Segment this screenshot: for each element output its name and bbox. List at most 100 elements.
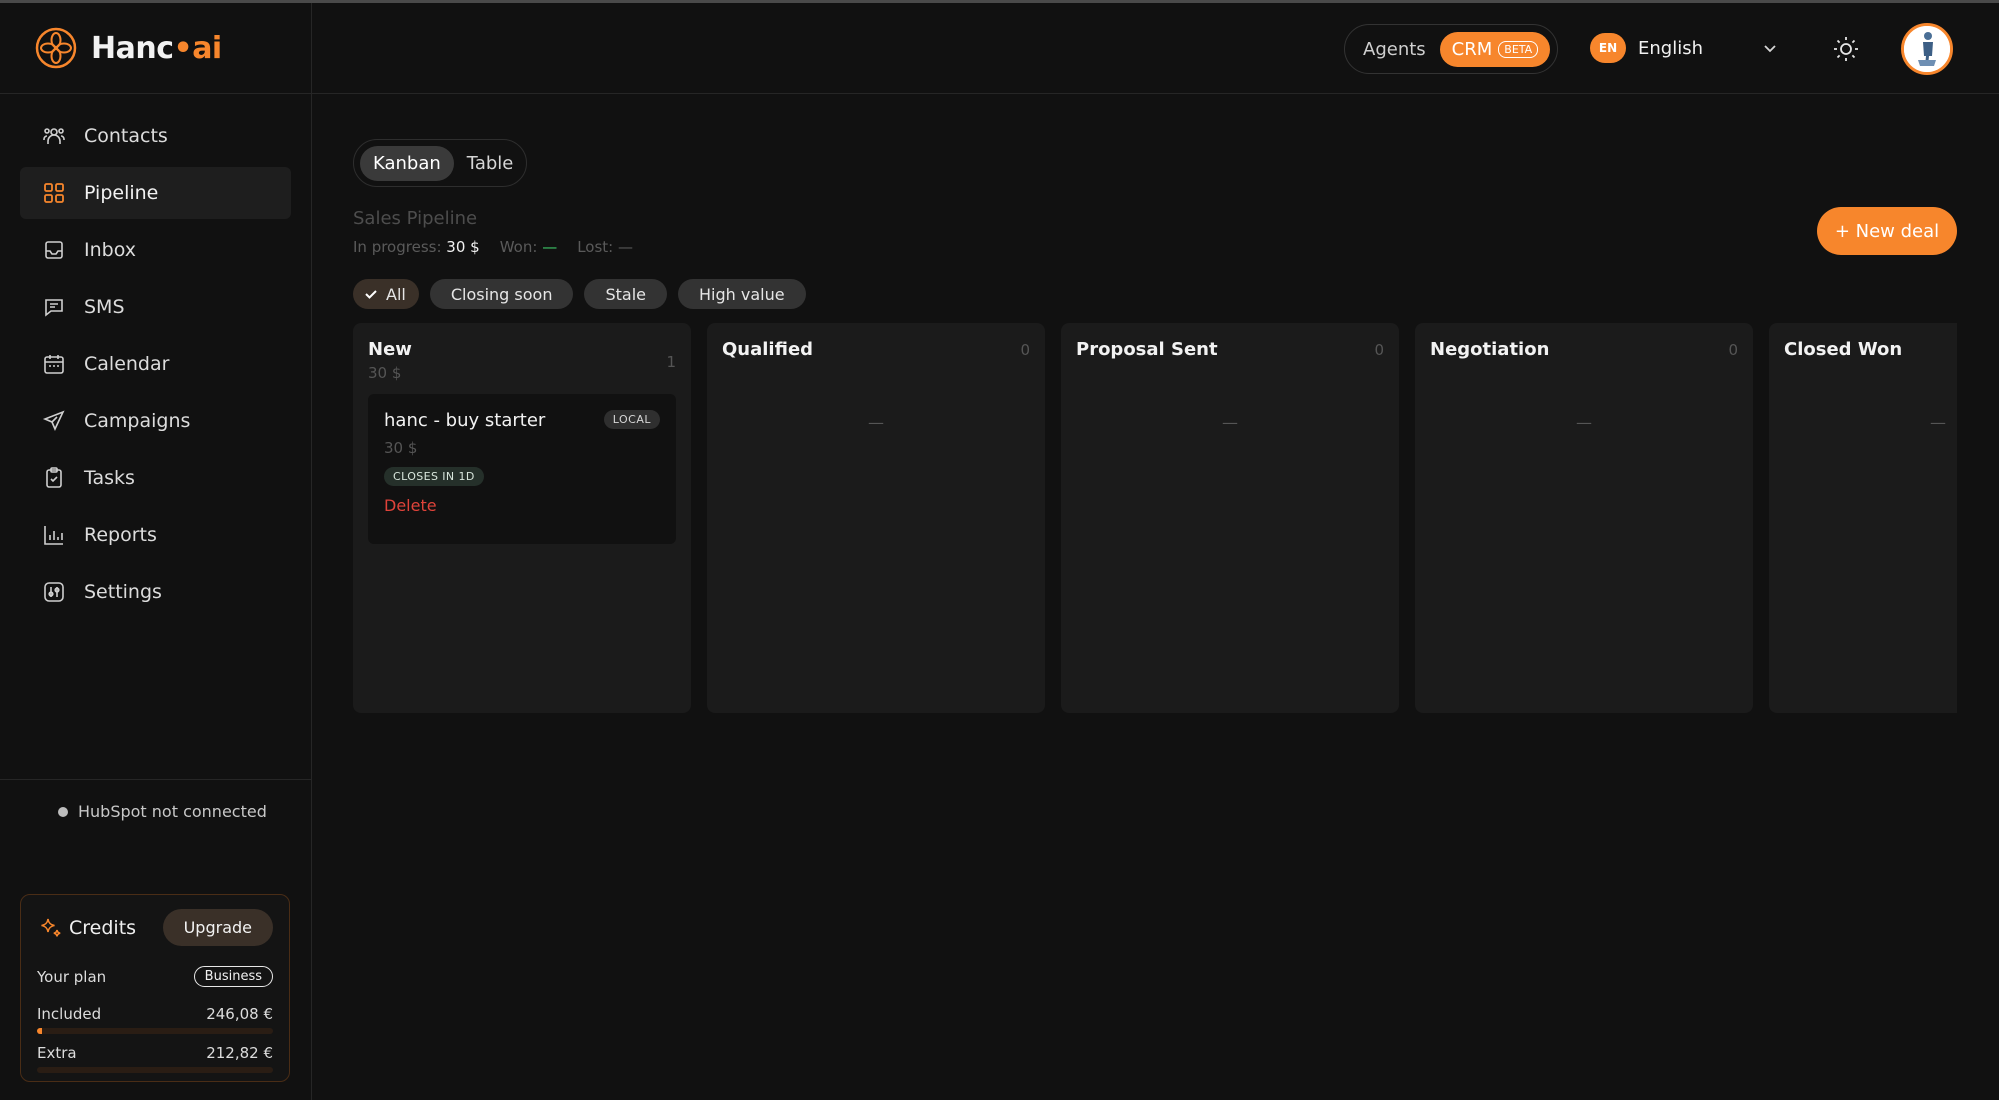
filter-closing-soon[interactable]: Closing soon <box>429 279 574 309</box>
language-code-badge: EN <box>1590 33 1626 63</box>
reports-icon <box>44 526 63 545</box>
brand-name: Hanc•ai <box>91 30 222 66</box>
column-title: Proposal Sent <box>1076 339 1218 360</box>
sidebar-item-tasks[interactable]: Tasks <box>20 452 291 504</box>
sidebar-item-label: Settings <box>84 581 162 603</box>
calendar-icon <box>44 355 64 374</box>
new-deal-button[interactable]: + New deal <box>1817 207 1957 255</box>
page-title: Sales Pipeline <box>353 208 478 229</box>
included-value: 246,08 € <box>206 1005 273 1023</box>
sparkles-icon <box>41 918 61 937</box>
column-count: 0 <box>1374 341 1384 359</box>
sidebar-item-calendar[interactable]: Calendar <box>20 338 291 390</box>
upgrade-button[interactable]: Upgrade <box>162 909 273 946</box>
logo-icon <box>35 27 77 69</box>
column-new: New 1 30 $ hanc - buy starter LOCAL 30 $… <box>353 323 691 713</box>
pipeline-stats: In progress: 30 $ Won: — Lost: — <box>353 238 633 256</box>
sms-icon <box>45 299 63 317</box>
filter-all[interactable]: All <box>353 279 419 309</box>
sidebar: Hanc•ai Contacts Pipeline Inbox SMS Cale… <box>0 3 312 1100</box>
filter-label: All <box>386 284 406 304</box>
user-avatar-icon <box>1904 26 1950 72</box>
tab-kanban[interactable]: Kanban <box>360 145 454 181</box>
filter-chips: All Closing soon Stale High value <box>353 279 806 309</box>
column-count: 0 <box>1020 341 1030 359</box>
check-icon <box>365 290 377 299</box>
column-empty-placeholder: — <box>1576 413 1592 432</box>
deal-close-tag: CLOSES IN 1D <box>384 467 484 486</box>
column-closed-won: Closed Won — <box>1769 323 1957 713</box>
deal-amount: 30 $ <box>384 439 418 457</box>
tab-table[interactable]: Table <box>454 146 527 181</box>
sidebar-item-label: SMS <box>84 296 125 318</box>
sidebar-item-reports[interactable]: Reports <box>20 509 291 561</box>
mode-crm-button[interactable]: CRM BETA <box>1439 31 1551 67</box>
included-progress-fill <box>37 1028 42 1034</box>
filter-high-value[interactable]: High value <box>678 279 806 309</box>
included-progress-bar <box>37 1028 273 1034</box>
extra-label: Extra <box>37 1044 77 1062</box>
mode-agents-button[interactable]: Agents <box>1363 39 1426 60</box>
filter-stale[interactable]: Stale <box>584 279 667 309</box>
sidebar-item-contacts[interactable]: Contacts <box>20 110 291 162</box>
sidebar-item-sms[interactable]: SMS <box>20 281 291 333</box>
extra-value: 212,82 € <box>206 1044 273 1062</box>
sidebar-nav: Contacts Pipeline Inbox SMS Calendar Cam… <box>0 94 311 618</box>
column-title: Qualified <box>722 339 814 360</box>
column-empty-placeholder: — <box>868 413 884 432</box>
credits-title: Credits <box>37 915 136 941</box>
mode-switch: Agents CRM BETA <box>1344 24 1558 74</box>
column-title: New <box>368 339 412 360</box>
column-empty-placeholder: — <box>1930 413 1946 432</box>
sidebar-item-inbox[interactable]: Inbox <box>20 224 291 276</box>
pipeline-icon <box>44 183 64 203</box>
sidebar-item-campaigns[interactable]: Campaigns <box>20 395 291 447</box>
column-sum: 30 $ <box>368 364 402 382</box>
column-proposal-sent: Proposal Sent 0 — <box>1061 323 1399 713</box>
campaigns-icon <box>42 410 65 431</box>
tasks-icon <box>46 467 62 488</box>
sidebar-item-label: Tasks <box>84 467 135 489</box>
inbox-icon <box>45 241 63 259</box>
sidebar-item-label: Calendar <box>84 353 170 375</box>
language-selector[interactable]: EN English <box>1590 33 1703 63</box>
deal-source-badge: LOCAL <box>603 410 660 429</box>
column-count: 1 <box>666 353 676 371</box>
hubspot-status: HubSpot not connected <box>58 802 267 821</box>
column-count: 0 <box>1728 341 1738 359</box>
deal-card[interactable]: hanc - buy starter LOCAL 30 $ CLOSES IN … <box>368 394 676 544</box>
lost-stat: Lost: — <box>577 238 633 256</box>
chevron-down-icon[interactable] <box>1761 39 1779 57</box>
language-label: English <box>1638 37 1703 59</box>
won-stat: Won: — <box>499 238 558 256</box>
status-dot-icon <box>58 806 68 817</box>
sidebar-item-label: Inbox <box>84 239 136 261</box>
delete-deal-button[interactable]: Delete <box>384 496 660 515</box>
plan-label: Your plan <box>37 967 107 986</box>
settings-icon <box>44 582 64 602</box>
kanban-board: New 1 30 $ hanc - buy starter LOCAL 30 $… <box>353 323 1957 715</box>
column-title: Negotiation <box>1430 339 1550 360</box>
credits-label: Credits <box>69 916 137 939</box>
sidebar-item-pipeline[interactable]: Pipeline <box>20 167 291 219</box>
sidebar-item-label: Contacts <box>84 125 168 147</box>
included-label: Included <box>37 1005 102 1023</box>
column-title: Closed Won <box>1784 339 1903 360</box>
hubspot-status-text: HubSpot not connected <box>78 802 267 821</box>
sidebar-divider <box>0 779 312 780</box>
sidebar-item-label: Pipeline <box>84 182 159 204</box>
sidebar-item-label: Reports <box>84 524 157 546</box>
beta-badge: BETA <box>1498 40 1539 58</box>
credits-card: Credits Upgrade Your plan Business Inclu… <box>20 894 290 1082</box>
contacts-icon <box>43 128 65 144</box>
view-switch: Kanban Table <box>353 139 527 187</box>
sidebar-item-label: Campaigns <box>84 410 191 432</box>
column-negotiation: Negotiation 0 — <box>1415 323 1753 713</box>
sun-icon[interactable] <box>1831 34 1861 64</box>
column-empty-placeholder: — <box>1222 413 1238 432</box>
column-qualified: Qualified 0 — <box>707 323 1045 713</box>
sidebar-item-settings[interactable]: Settings <box>20 566 291 618</box>
avatar[interactable] <box>1901 23 1953 75</box>
main-content: Kanban Table Sales Pipeline In progress:… <box>312 94 1999 1100</box>
brand[interactable]: Hanc•ai <box>0 3 311 94</box>
